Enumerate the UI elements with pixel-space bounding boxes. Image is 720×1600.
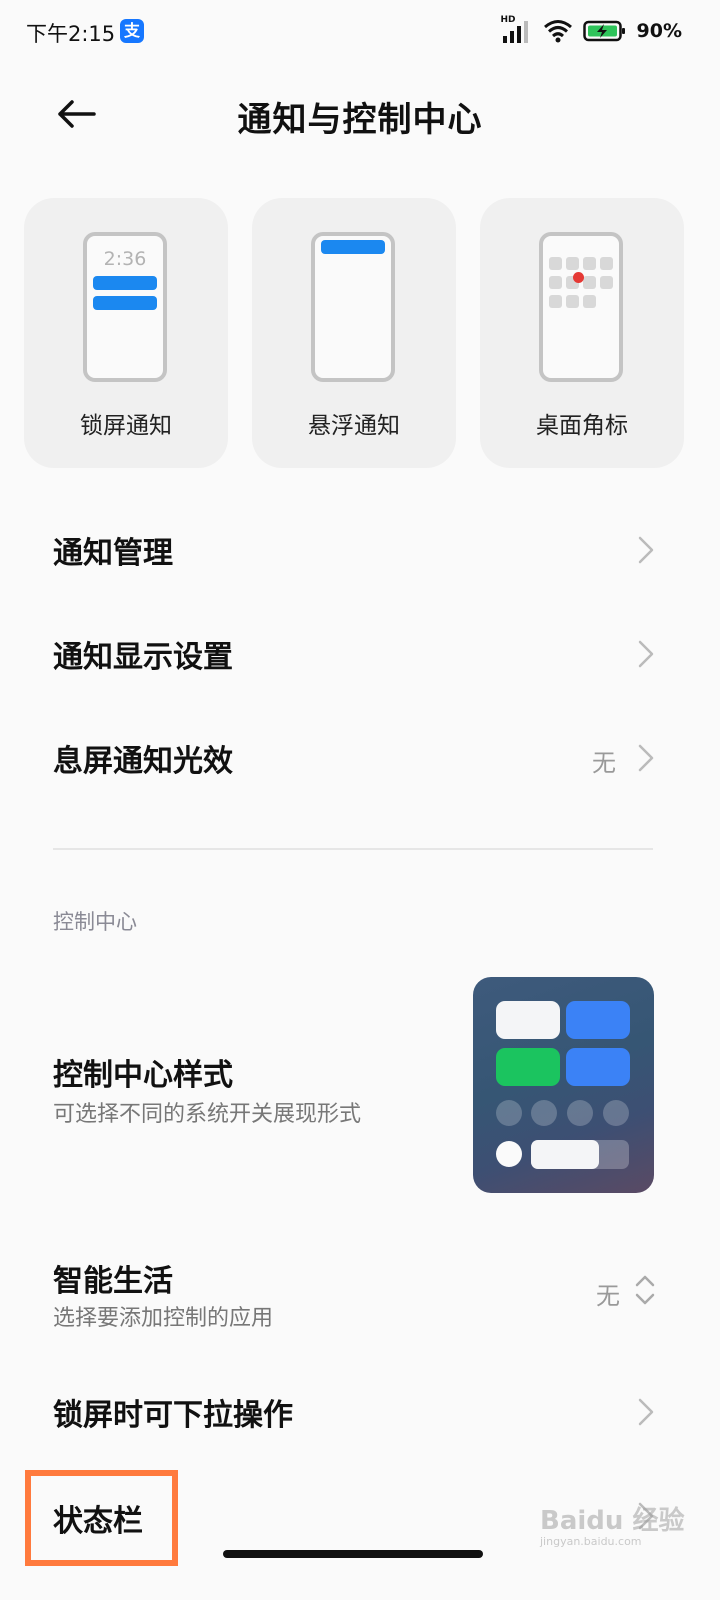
- floating-notification-icon: [311, 232, 395, 382]
- app-grid-cell: [600, 276, 613, 289]
- status-icons: HD 90%: [500, 15, 682, 44]
- hd-label: HD: [500, 15, 516, 25]
- row-title: 通知显示设置: [53, 640, 233, 675]
- highlight-box: [25, 1470, 178, 1566]
- home-indicator[interactable]: [223, 1550, 483, 1558]
- battery-icon: [582, 19, 627, 43]
- app-grid-cell: [549, 257, 562, 270]
- row-notification-display[interactable]: 通知显示设置: [0, 612, 720, 696]
- chevron-right-icon: [638, 640, 654, 668]
- row-value: 无: [596, 1282, 620, 1310]
- badge-dot: [573, 272, 584, 283]
- notification-bar: [321, 240, 385, 254]
- cc-toggle: [567, 1100, 593, 1126]
- chevron-right-icon: [638, 744, 654, 772]
- row-smart-life[interactable]: 智能生活 选择要添加控制的应用 无: [0, 1240, 720, 1340]
- cc-tile: [496, 1001, 560, 1039]
- cc-tile: [566, 1001, 630, 1039]
- watermark-logo: Baidu 经验: [540, 1506, 685, 1536]
- cc-toggle: [531, 1100, 557, 1126]
- app-grid-cell: [583, 257, 596, 270]
- app-grid-cell: [549, 276, 562, 289]
- row-title: 控制中心样式: [53, 1058, 233, 1093]
- notification-bar: [93, 276, 157, 290]
- cc-tile: [496, 1048, 560, 1086]
- cc-tile: [566, 1048, 630, 1086]
- app-grid-cell: [583, 295, 596, 308]
- lockscreen-notification-icon: 2:36: [83, 232, 167, 382]
- card-label: 桌面角标: [536, 413, 628, 439]
- card-desktop-badge[interactable]: 桌面角标: [480, 198, 684, 468]
- chevron-right-icon: [638, 1398, 654, 1426]
- cc-slider-fill: [531, 1140, 599, 1169]
- section-divider: [53, 848, 653, 850]
- card-label: 锁屏通知: [80, 413, 172, 439]
- watermark-url: jingyan.baidu.com: [540, 1535, 642, 1548]
- alipay-icon: 支: [120, 19, 144, 43]
- chevron-updown-icon: [635, 1275, 655, 1305]
- app-grid-cell: [583, 276, 596, 289]
- card-floating-notification[interactable]: 悬浮通知: [252, 198, 456, 468]
- app-grid-cell: [549, 295, 562, 308]
- row-title: 锁屏时可下拉操作: [53, 1398, 293, 1433]
- notification-style-cards: 2:36 锁屏通知 悬浮通知 桌面角标: [24, 198, 696, 468]
- status-time: 下午2:15: [26, 22, 116, 46]
- preview-time: 2:36: [103, 248, 147, 270]
- row-title: 通知管理: [53, 536, 173, 571]
- signal-icon: HD: [500, 15, 533, 44]
- notification-bar: [93, 296, 157, 310]
- desktop-badge-icon: [539, 232, 623, 382]
- battery-percent: 90%: [636, 20, 682, 42]
- row-subtitle: 可选择不同的系统开关展现形式: [53, 1102, 362, 1127]
- app-grid-cell: [566, 295, 579, 308]
- page-title: 通知与控制中心: [237, 100, 483, 140]
- row-subtitle: 选择要添加控制的应用: [53, 1306, 274, 1331]
- row-screen-off-light[interactable]: 息屏通知光效 无: [0, 716, 720, 800]
- cc-brightness-slider: [531, 1140, 629, 1169]
- cc-toggle: [496, 1100, 522, 1126]
- status-bar: 下午2:15 支 HD 90%: [0, 0, 720, 64]
- page-header: 通知与控制中心: [0, 80, 720, 150]
- row-value: 无: [592, 749, 616, 777]
- row-notification-management[interactable]: 通知管理: [0, 508, 720, 592]
- control-center-preview-icon[interactable]: [473, 977, 654, 1193]
- app-grid-cell: [566, 257, 579, 270]
- card-label: 悬浮通知: [308, 413, 400, 439]
- cc-toggle: [496, 1141, 522, 1167]
- row-title: 息屏通知光效: [53, 744, 233, 779]
- wifi-icon: [543, 20, 572, 43]
- section-label-control-center: 控制中心: [53, 910, 137, 934]
- row-title: 智能生活: [53, 1264, 173, 1299]
- card-lockscreen-notification[interactable]: 2:36 锁屏通知: [24, 198, 228, 468]
- row-lockscreen-pulldown[interactable]: 锁屏时可下拉操作: [0, 1370, 720, 1454]
- app-grid-cell: [600, 257, 613, 270]
- chevron-right-icon: [638, 536, 654, 564]
- cc-toggle: [603, 1100, 629, 1126]
